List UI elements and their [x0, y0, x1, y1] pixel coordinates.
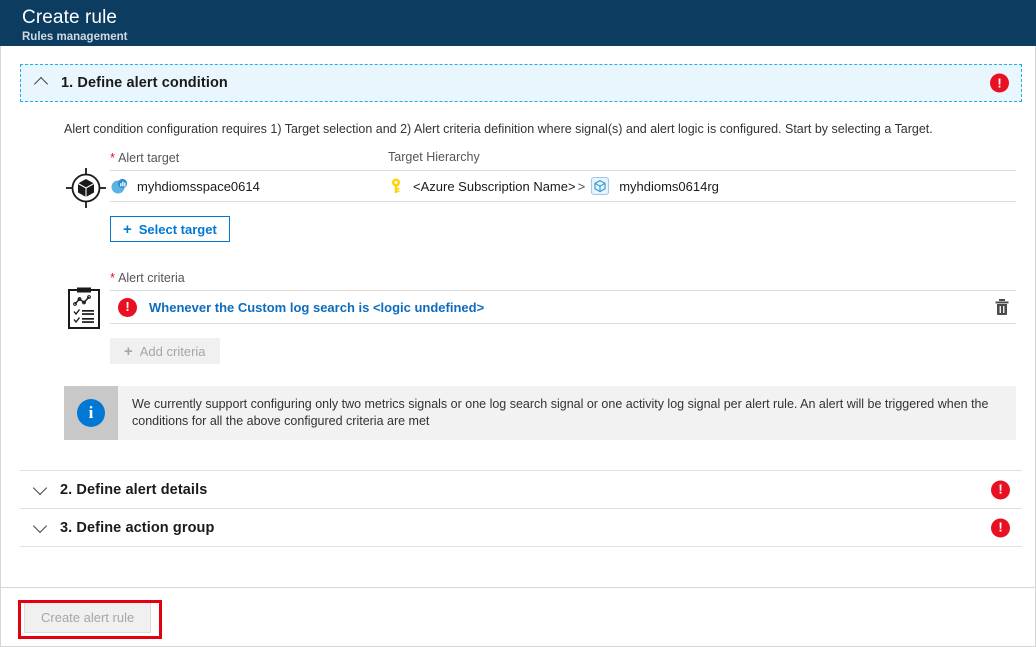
- alert-criteria-fields: *Alert criteria ! Whenever the Custom lo…: [110, 270, 1016, 364]
- chevron-up-icon[interactable]: [35, 76, 49, 90]
- alert-criteria-row: *Alert criteria ! Whenever the Custom lo…: [20, 270, 1016, 364]
- page-title: Create rule: [22, 7, 1036, 29]
- error-exclamation-icon-section-3: !: [991, 518, 1010, 537]
- info-banner: i We currently support configuring only …: [64, 386, 1016, 440]
- alert-criteria-header: *Alert criteria: [110, 270, 1016, 290]
- alert-target-value-row: myhdiomsspace0614: [110, 170, 1016, 202]
- condition-intro-text: Alert condition configuration requires 1…: [64, 120, 1016, 138]
- page-subtitle: Rules management: [22, 30, 1036, 44]
- chevron-down-icon-section-3[interactable]: [34, 521, 48, 535]
- section-header-define-alert-details[interactable]: 2. Define alert details !: [20, 470, 1022, 508]
- create-alert-rule-button[interactable]: Create alert rule: [24, 602, 151, 633]
- required-marker-criteria: *: [110, 270, 115, 285]
- panel-footer: Create alert rule: [0, 588, 1036, 647]
- alert-target-row: *Alert target Target Hierarchy: [20, 150, 1016, 242]
- criteria-list-item[interactable]: ! Whenever the Custom log search is <log…: [110, 290, 1016, 324]
- section-header-define-action-group[interactable]: 3. Define action group !: [20, 508, 1022, 546]
- info-icon-container: i: [64, 386, 118, 440]
- select-target-button-label: Select target: [139, 222, 217, 237]
- chevron-down-icon-section-2[interactable]: [34, 483, 48, 497]
- required-marker-target: *: [110, 150, 115, 165]
- hierarchy-separator: >: [578, 179, 586, 194]
- plus-icon-select-target: +: [123, 222, 132, 237]
- error-glyph-criteria: !: [125, 300, 129, 313]
- section-title-2: 2. Define alert details: [60, 482, 207, 498]
- info-icon: i: [77, 399, 105, 427]
- create-rule-panel: 1. Define alert condition ! Alert condit…: [0, 46, 1036, 647]
- log-analytics-workspace-icon: [110, 177, 128, 195]
- alert-target-label: Alert target: [118, 151, 179, 165]
- select-target-button[interactable]: + Select target: [110, 216, 230, 242]
- info-banner-text: We currently support configuring only tw…: [118, 386, 1016, 440]
- target-hierarchy-value: <Azure Subscription Name> > myhd: [388, 176, 719, 196]
- add-criteria-button[interactable]: + Add criteria: [110, 338, 220, 364]
- resource-group-name: myhdioms0614rg: [619, 179, 719, 194]
- alert-target-column-headers: *Alert target Target Hierarchy: [110, 150, 1016, 170]
- target-hierarchy-label: Target Hierarchy: [388, 150, 480, 165]
- section-title-1: 1. Define alert condition: [61, 75, 228, 91]
- trash-icon[interactable]: [994, 298, 1010, 316]
- section-header-define-alert-condition[interactable]: 1. Define alert condition !: [20, 64, 1022, 102]
- error-exclamation-icon-criteria: !: [118, 298, 137, 317]
- panel-body: 1. Define alert condition ! Alert condit…: [0, 46, 1036, 588]
- clipboard-chart-checklist-icon: [64, 270, 110, 364]
- plus-icon-add-criteria: +: [124, 344, 133, 359]
- section-list-bottom-divider: [20, 546, 1022, 547]
- section-content-define-alert-condition: Alert condition configuration requires 1…: [0, 120, 1036, 440]
- error-glyph-2: !: [998, 483, 1002, 496]
- error-exclamation-icon-section-2: !: [991, 480, 1010, 499]
- key-icon: [388, 177, 404, 195]
- error-exclamation-icon-section-1: !: [990, 74, 1009, 93]
- page-header: Create rule Rules management: [0, 0, 1036, 46]
- alert-criteria-label-wrap: *Alert criteria: [110, 270, 185, 285]
- error-glyph-1: !: [997, 76, 1001, 89]
- section-title-3: 3. Define action group: [60, 520, 214, 536]
- add-criteria-button-label: Add criteria: [140, 344, 206, 359]
- alert-criteria-label: Alert criteria: [118, 271, 185, 285]
- subscription-name: <Azure Subscription Name>: [413, 179, 576, 194]
- error-glyph-3: !: [998, 521, 1002, 534]
- alert-target-resource-name: myhdiomsspace0614: [137, 179, 260, 194]
- criteria-logic-link[interactable]: Whenever the Custom log search is <logic…: [149, 300, 484, 315]
- resource-group-cube-icon: [590, 176, 610, 196]
- alert-target-resource: myhdiomsspace0614: [110, 177, 388, 195]
- alert-target-fields: *Alert target Target Hierarchy: [110, 150, 1016, 242]
- alert-target-label-wrap: *Alert target: [110, 150, 388, 165]
- target-crosshair-cube-icon: [64, 150, 110, 242]
